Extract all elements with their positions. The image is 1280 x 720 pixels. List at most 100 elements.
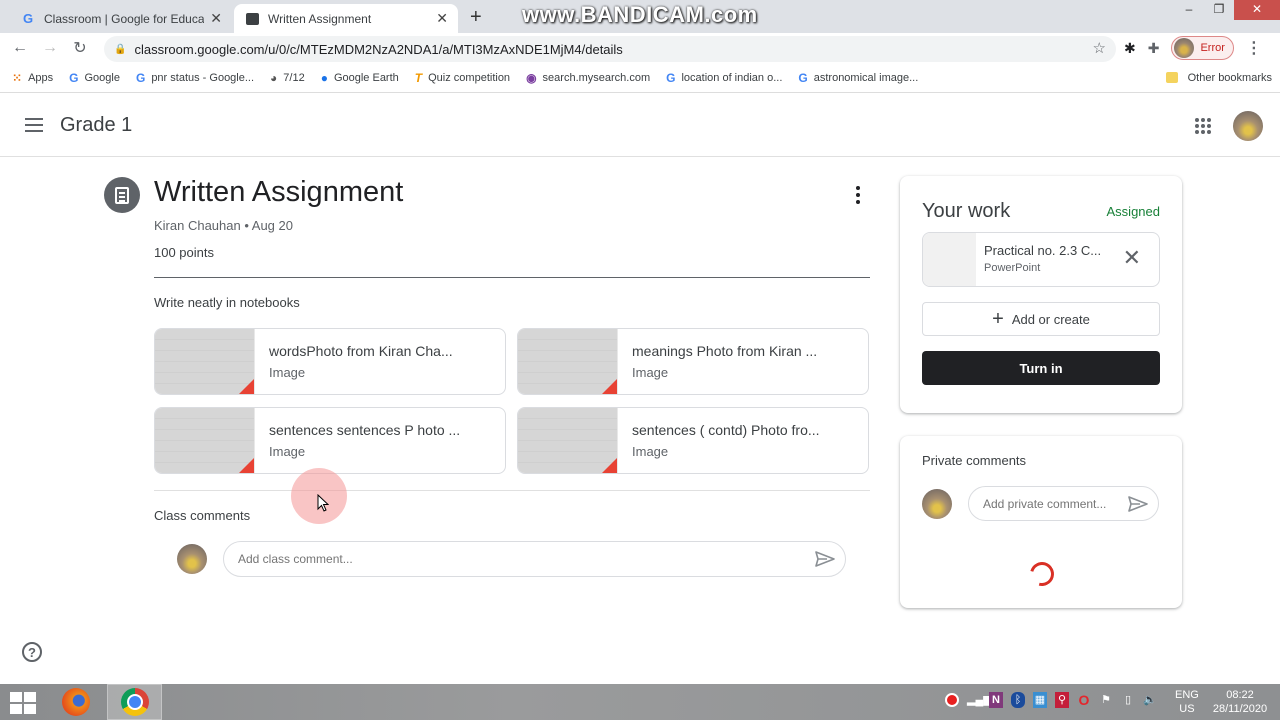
reload-button[interactable]: ↻ [65, 38, 95, 58]
chrome-icon [120, 688, 149, 716]
minimize-button[interactable]: – [1174, 0, 1204, 20]
file-type: PowerPoint [984, 262, 1041, 274]
restore-button[interactable]: ❐ [1204, 0, 1234, 20]
lock-icon: 🔒 [114, 43, 127, 55]
bookmark-location-indian[interactable]: Glocation of indian o... [666, 71, 782, 85]
bookmark-astronomical[interactable]: Gastronomical image... [798, 71, 918, 85]
mysearch-icon: ◉ [526, 70, 537, 85]
close-tab-icon[interactable]: ✕ [210, 10, 222, 27]
class-comment-input[interactable] [223, 541, 846, 577]
private-comments-title: Private comments [922, 453, 1027, 468]
action-center-flag-icon[interactable]: ⚑ [1099, 692, 1113, 708]
close-window-button[interactable]: ✕ [1234, 0, 1280, 20]
classroom-header: Grade 1 [0, 96, 1280, 157]
bookmark-label: Google Earth [333, 71, 399, 84]
assignment-icon [244, 11, 260, 27]
attachment-card[interactable]: wordsPhoto from Kiran Cha... Image [154, 328, 506, 395]
bookmark-label: Google [84, 71, 120, 84]
close-tab-icon[interactable]: ✕ [436, 10, 448, 27]
address-bar[interactable]: 🔒 classroom.google.com/u/0/c/MTEzMDM2NzA… [104, 36, 1116, 62]
work-status: Assigned [1106, 204, 1160, 219]
class-name[interactable]: Grade 1 [60, 114, 132, 137]
battery-icon[interactable]: ▯ [1121, 692, 1135, 708]
new-tab-button[interactable]: + [470, 6, 482, 29]
assignment-icon [104, 177, 140, 213]
attachment-thumbnail [518, 408, 618, 473]
globe-icon: ◕ [270, 70, 278, 85]
divider [154, 277, 870, 278]
bookmark-mysearch[interactable]: ◉ search.mysearch.com [526, 71, 650, 85]
volume-icon[interactable]: 🔈 [1143, 692, 1157, 708]
bookmark-label: pnr status - Google... [151, 71, 255, 84]
attachment-type: Image [632, 444, 669, 459]
assignment-meta: Kiran Chauhan • Aug 20 [154, 218, 293, 233]
bookmark-quiz-competition[interactable]: T Quiz competition [415, 71, 510, 85]
forward-button[interactable]: → [35, 39, 65, 57]
extension-bug-icon[interactable]: ✱ [1124, 40, 1136, 57]
signal-icon[interactable]: ▂▄▆ [967, 692, 992, 708]
send-icon[interactable] [1128, 496, 1148, 512]
private-comments-card: Private comments [900, 436, 1182, 608]
bookmark-label: search.mysearch.com [542, 71, 651, 84]
attachment-type: Image [269, 444, 306, 459]
search-tool-icon[interactable]: ⚲ [1055, 692, 1069, 708]
account-avatar[interactable] [1233, 111, 1263, 141]
taskbar-firefox[interactable] [52, 684, 100, 720]
commenter-avatar [177, 544, 207, 574]
main-menu-icon[interactable] [25, 118, 43, 132]
help-icon[interactable]: ? [22, 642, 42, 662]
send-icon[interactable] [815, 551, 835, 567]
windows-start-icon[interactable] [10, 692, 36, 714]
other-bookmarks[interactable]: Other bookmarks [1165, 71, 1272, 84]
profile-error-label: Error [1200, 42, 1225, 54]
folder-icon [1165, 72, 1178, 83]
apps-grid-icon: ⁙ [12, 70, 23, 85]
your-work-title: Your work [922, 200, 1011, 222]
window-controls: – ❐ ✕ [1174, 0, 1280, 20]
google-g-icon: G [22, 11, 34, 26]
attachment-type: Image [269, 365, 306, 380]
attachment-name: sentences ( contd) Photo fro... [632, 422, 820, 438]
toolbar-extensions: ✱ ✚ Error ⋮ [1124, 36, 1262, 60]
google-apps-icon[interactable] [1195, 118, 1211, 134]
mouse-cursor-icon [317, 494, 329, 512]
chrome-menu-icon[interactable]: ⋮ [1246, 38, 1262, 58]
attachment-name: wordsPhoto from Kiran Cha... [269, 343, 453, 359]
attachment-card[interactable]: sentences ( contd) Photo fro... Image [517, 407, 869, 474]
google-g-icon: G [69, 70, 79, 85]
add-or-create-button[interactable]: + Add or create [922, 302, 1160, 336]
bookmark-google[interactable]: G Google [69, 71, 120, 85]
profile-button[interactable]: Error [1171, 36, 1234, 60]
class-comments-label: Class comments [154, 508, 251, 523]
remove-file-icon[interactable]: ✕ [1123, 247, 1141, 269]
network-app-icon[interactable]: ▦ [1033, 692, 1047, 708]
opera-icon[interactable]: O [1077, 692, 1091, 708]
bluetooth-icon[interactable]: ᛒ [1011, 692, 1025, 708]
other-bookmarks-label: Other bookmarks [1187, 71, 1272, 84]
attachment-card[interactable]: meanings Photo from Kiran ... Image [517, 328, 869, 395]
bookmark-apps[interactable]: ⁙ Apps [12, 71, 53, 85]
bookmark-7-12[interactable]: ◕ 7/12 [270, 71, 305, 85]
bandicam-record-icon[interactable] [945, 693, 959, 707]
bookmark-pnr-status[interactable]: Gpnr status - Google... [136, 71, 254, 85]
bookmark-google-earth[interactable]: ● Google Earth [321, 71, 399, 85]
tab-written-assignment[interactable]: Written Assignment ✕ [234, 4, 458, 33]
language-code: ENG [1175, 689, 1199, 701]
bookmark-star-icon[interactable]: ☆ [1093, 39, 1106, 57]
submitted-file[interactable]: Practical no. 2.3 C... PowerPoint ✕ [922, 232, 1160, 287]
language-indicator[interactable]: ENG US [1175, 688, 1199, 716]
attachment-thumbnail [155, 329, 255, 394]
attachment-card[interactable]: sentences sentences P hoto ... Image [154, 407, 506, 474]
attachment-name: sentences sentences P hoto ... [269, 422, 461, 438]
taskbar-chrome[interactable] [107, 684, 162, 720]
back-button[interactable]: ← [5, 39, 35, 57]
system-clock[interactable]: 08:22 28/11/2020 [1210, 688, 1270, 716]
your-work-card: Your work Assigned Practical no. 2.3 C..… [900, 176, 1182, 413]
extensions-puzzle-icon[interactable]: ✚ [1148, 40, 1160, 57]
tab-classroom[interactable]: G Classroom | Google for Education ✕ [10, 4, 232, 33]
onenote-icon[interactable]: N [989, 692, 1003, 708]
divider [154, 490, 870, 491]
more-options-icon[interactable] [852, 186, 864, 204]
google-g-icon: G [666, 70, 676, 85]
turn-in-button[interactable]: Turn in [922, 351, 1160, 385]
